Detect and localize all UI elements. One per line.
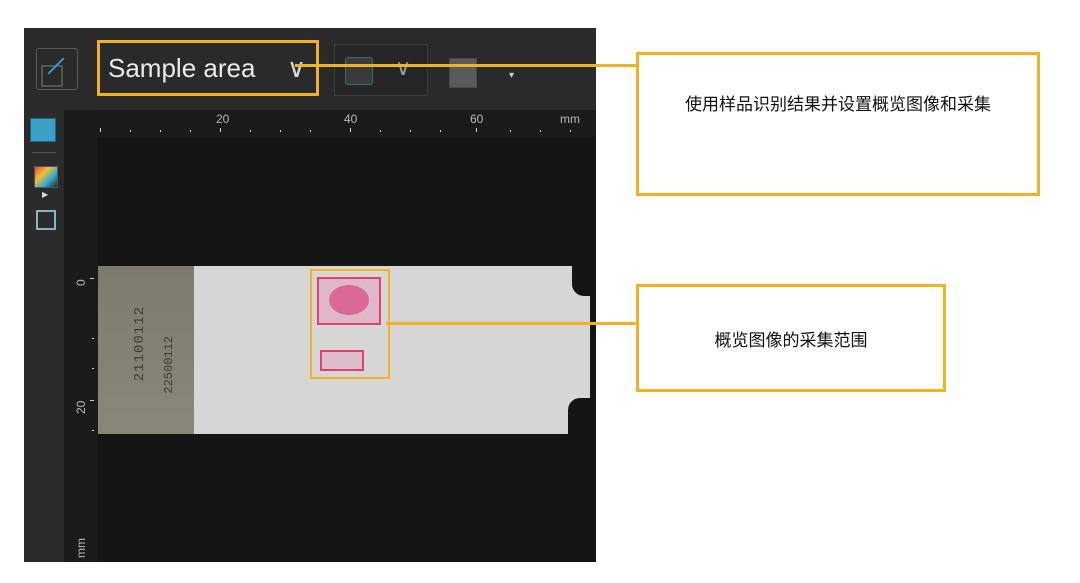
ruler-tick (92, 368, 94, 369)
toolbar: Sample area ∨ ∨ ▾ (24, 28, 596, 111)
ruler-top: 20 40 60 mm (94, 110, 596, 138)
draw-tool-icon (345, 57, 373, 85)
slide-label-text: 22500112 (162, 336, 176, 394)
ruler-tick (380, 130, 381, 132)
ruler-tick (410, 130, 411, 132)
ruler-tick (190, 130, 191, 132)
tissue-sample (329, 285, 369, 315)
callout-top: 使用样品识别结果并设置概览图像和采集 (636, 52, 1040, 196)
ruler-tick (100, 128, 101, 132)
ruler-left: 0 20 mm (64, 138, 94, 562)
color-palette-icon[interactable] (34, 166, 58, 188)
callout-bottom-text: 概览图像的采集范围 (714, 330, 868, 351)
ruler-unit-label: mm (74, 538, 88, 558)
options-triangle-icon[interactable]: ▾ (509, 70, 514, 81)
sample-area-label: Sample area (108, 52, 256, 83)
slide-label-text: 21100112 (132, 306, 148, 382)
ruler-tick (476, 128, 477, 132)
brush-tool-icon[interactable] (30, 118, 56, 142)
draw-tool-dropdown[interactable]: ∨ (334, 44, 428, 96)
ruler-tick (92, 338, 94, 339)
slide-notch (568, 398, 592, 434)
ruler-tick (160, 130, 161, 132)
callout-top-text: 使用样品识别结果并设置概览图像和采集 (685, 95, 991, 115)
callout-leader-line (386, 322, 638, 325)
fill-color-button[interactable] (449, 58, 477, 88)
chevron-down-icon: ∨ (395, 55, 412, 80)
slide-notch (572, 266, 592, 296)
ruler-left-label: 20 (74, 400, 88, 414)
ruler-tick (130, 130, 131, 132)
callout-leader-line (295, 64, 638, 67)
expand-arrow-icon[interactable]: ▶ (42, 190, 48, 199)
ruler-tick (350, 128, 351, 132)
ruler-tick (440, 130, 441, 132)
slide-label-area: 21100112 22500112 (98, 266, 194, 434)
ruler-tick (540, 130, 541, 132)
toggle-layout-button[interactable] (36, 48, 78, 90)
ruler-tick (510, 130, 511, 132)
snapshot-icon[interactable] (36, 210, 56, 230)
ruler-top-label: 60 (470, 112, 484, 126)
ruler-tick (92, 430, 94, 431)
ruler-tick (310, 130, 311, 132)
callout-bottom: 概览图像的采集范围 (636, 284, 946, 392)
ruler-tick (250, 130, 251, 132)
ruler-tick (220, 128, 221, 132)
sidebar-divider (32, 152, 56, 153)
ruler-tick (570, 130, 571, 132)
ruler-unit-label: mm (560, 112, 580, 126)
tissue-region-box[interactable] (317, 277, 381, 325)
secondary-region-box[interactable] (320, 350, 364, 371)
ruler-tick (280, 130, 281, 132)
ruler-top-label: 40 (344, 112, 358, 126)
ruler-tick (90, 400, 94, 401)
ruler-top-label: 20 (216, 112, 230, 126)
left-tool-sidebar: ▶ (24, 110, 64, 562)
ruler-tick (90, 278, 94, 279)
chevron-down-icon: ∨ (286, 52, 306, 83)
ruler-left-label: 0 (74, 279, 88, 286)
sample-area-dropdown[interactable]: Sample area ∨ (97, 40, 319, 96)
